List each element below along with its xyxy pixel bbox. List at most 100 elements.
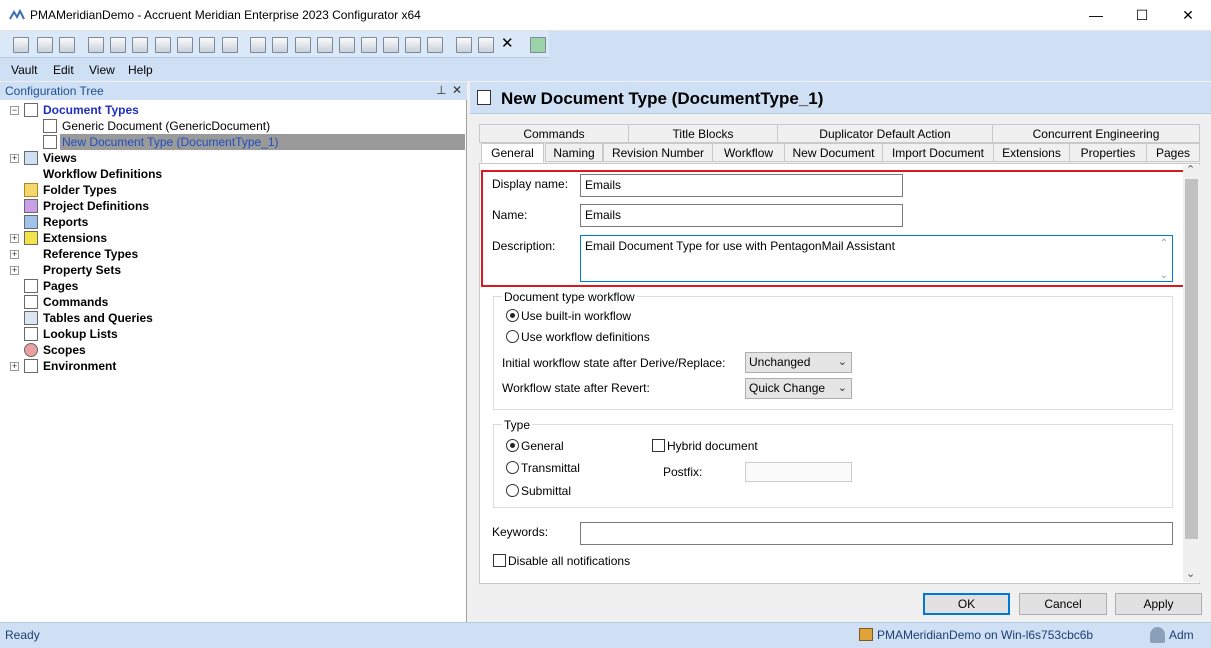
pin-icon[interactable]: ⊥ — [436, 83, 446, 97]
vault-icon[interactable] — [13, 37, 29, 53]
revert-state-select[interactable]: Quick Change ⌄ — [745, 378, 852, 399]
property-set-icon — [24, 263, 38, 277]
expand-icon[interactable]: + — [10, 250, 19, 259]
document-type-icon — [477, 90, 491, 105]
keywords-label: Keywords: — [492, 525, 549, 539]
tab-import-document[interactable]: Import Document — [882, 143, 994, 162]
close-panel-icon[interactable]: ✕ — [452, 83, 462, 97]
views-icon — [24, 151, 38, 165]
tab-pages[interactable]: Pages — [1146, 143, 1200, 162]
title-bar: PMAMeridianDemo - Accruent Meridian Ente… — [0, 0, 1211, 31]
type-transmittal-radio[interactable] — [506, 461, 519, 474]
document-icon — [43, 119, 57, 133]
deploy-icon[interactable] — [59, 37, 75, 53]
folder-icon — [24, 183, 38, 197]
tab-properties[interactable]: Properties — [1069, 143, 1147, 162]
initial-state-select[interactable]: Unchanged ⌄ — [745, 352, 852, 373]
builtin-workflow-label: Use built-in workflow — [521, 309, 632, 323]
delete-icon[interactable]: ✕ — [501, 36, 517, 53]
table-icon[interactable] — [361, 37, 377, 53]
command-icon[interactable] — [339, 37, 355, 53]
keywords-field[interactable] — [580, 522, 1173, 545]
new-report-icon[interactable] — [199, 37, 215, 53]
lookup-icon[interactable] — [383, 37, 399, 53]
cancel-button[interactable]: Cancel — [1019, 593, 1107, 615]
editor-title: New Document Type (DocumentType_1) — [501, 89, 824, 108]
postfix-label: Postfix: — [663, 465, 703, 479]
status-bar: Ready PMAMeridianDemo on Win-l6s753cbc6b… — [0, 622, 1211, 648]
apply-button[interactable]: Apply — [1115, 593, 1202, 615]
disable-notifications-label: Disable all notifications — [508, 554, 631, 568]
property-set-icon[interactable] — [250, 37, 266, 53]
type-submittal-radio[interactable] — [506, 484, 519, 497]
builtin-workflow-radio[interactable] — [506, 309, 519, 322]
scope-icon — [24, 343, 38, 357]
reference-type-icon[interactable] — [272, 37, 288, 53]
close-button[interactable]: ✕ — [1165, 0, 1211, 31]
tab-concurrent-engineering[interactable]: Concurrent Engineering — [992, 124, 1200, 143]
page-icon[interactable] — [317, 37, 333, 53]
menu-vault[interactable]: Vault — [11, 63, 37, 77]
revert-state-label: Workflow state after Revert: — [502, 381, 650, 395]
toolbar-strip: ✕ — [0, 31, 549, 58]
scrollbar-thumb[interactable] — [1185, 179, 1198, 539]
save-icon[interactable] — [37, 37, 53, 53]
hybrid-document-label: Hybrid document — [667, 439, 758, 453]
tab-duplicator-default-action[interactable]: Duplicator Default Action — [777, 124, 993, 143]
menu-view[interactable]: View — [89, 63, 115, 77]
scroll-down-icon[interactable]: ⌄ — [1186, 567, 1195, 580]
new-project-icon[interactable] — [177, 37, 193, 53]
editor-header: New Document Type (DocumentType_1) — [470, 82, 1211, 114]
menu-help[interactable]: Help — [128, 63, 153, 77]
paste-icon[interactable] — [478, 37, 494, 53]
ok-button[interactable]: OK — [923, 593, 1010, 615]
hybrid-document-checkbox[interactable] — [652, 439, 665, 452]
type-general-radio[interactable] — [506, 439, 519, 452]
tools-icon[interactable] — [222, 37, 238, 53]
expand-icon[interactable]: + — [10, 154, 19, 163]
expand-icon[interactable]: + — [10, 234, 19, 243]
tab-revision-number[interactable]: Revision Number — [603, 143, 713, 162]
tab-extensions[interactable]: Extensions — [993, 143, 1070, 162]
workflow-icon — [24, 167, 38, 181]
type-general-label: General — [521, 439, 564, 453]
content-scrollbar[interactable]: ⌃ ⌄ — [1183, 163, 1200, 582]
tab-workflow[interactable]: Workflow — [712, 143, 785, 162]
expand-icon[interactable]: + — [10, 266, 19, 275]
vault-connection-icon — [859, 628, 873, 641]
window-title: PMAMeridianDemo - Accruent Meridian Ente… — [30, 8, 421, 22]
tree-icon[interactable] — [295, 37, 311, 53]
new-view-icon[interactable] — [110, 37, 126, 53]
new-document-type-icon[interactable] — [88, 37, 104, 53]
chevron-down-icon: ⌄ — [837, 382, 847, 394]
disable-notifications-checkbox[interactable] — [493, 554, 506, 567]
help-icon[interactable] — [530, 37, 546, 53]
initial-state-label: Initial workflow state after Derive/Repl… — [502, 356, 726, 370]
workflow-definitions-radio[interactable] — [506, 330, 519, 343]
report-icon — [24, 215, 38, 229]
expand-icon[interactable]: + — [10, 362, 19, 371]
type-group-title: Type — [502, 418, 533, 432]
scroll-up-icon[interactable]: ⌃ — [1186, 163, 1195, 176]
tab-title-blocks[interactable]: Title Blocks — [628, 124, 778, 143]
minimize-button[interactable]: — — [1073, 0, 1119, 31]
scope-icon[interactable] — [405, 37, 421, 53]
tab-general[interactable]: General — [481, 143, 544, 163]
maximize-button[interactable]: ☐ — [1119, 0, 1165, 31]
new-workflow-icon[interactable] — [132, 37, 148, 53]
collapse-icon[interactable]: − — [10, 106, 19, 115]
tab-naming[interactable]: Naming — [545, 143, 603, 162]
tab-new-document[interactable]: New Document — [784, 143, 883, 162]
menu-bar: Vault Edit View Help — [0, 59, 1211, 81]
tab-commands[interactable]: Commands — [479, 124, 629, 143]
postfix-field[interactable] — [745, 462, 852, 482]
status-user: Adm — [1169, 628, 1194, 642]
meridian-logo-icon — [9, 9, 25, 20]
document-type-workflow-title: Document type workflow — [502, 290, 637, 304]
configuration-tree-title: Configuration Tree — [5, 84, 104, 98]
workflow-definitions-label: Use workflow definitions — [521, 330, 650, 344]
menu-edit[interactable]: Edit — [53, 63, 74, 77]
edit-icon[interactable] — [427, 37, 443, 53]
copy-icon[interactable] — [456, 37, 472, 53]
new-folder-type-icon[interactable] — [155, 37, 171, 53]
